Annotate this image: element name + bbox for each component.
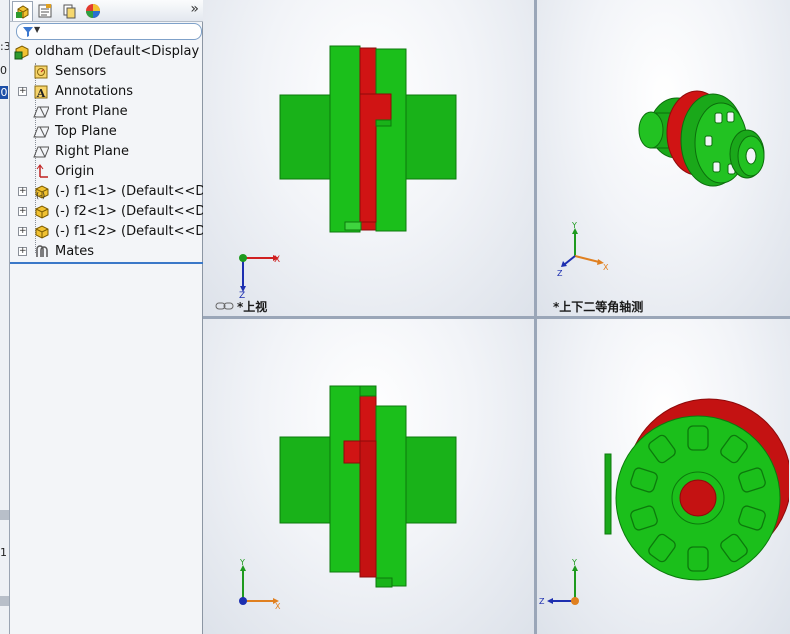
tree-item-part-f1-2[interactable]: + (-) f1<2> (Default<<Default>_Display S… <box>10 222 203 242</box>
svg-text:(-): (-) <box>36 191 45 200</box>
axis-x-label: X <box>603 263 609 272</box>
feature-tree: oldham (Default<Display State-1>) Sensor… <box>10 41 203 263</box>
tree-item-front-plane[interactable]: Front Plane <box>10 102 203 122</box>
expand-toggle-icon[interactable]: + <box>18 247 27 256</box>
tree-item-label: (-) f1<1> (Default<<Default>_Display Sta… <box>55 184 203 199</box>
tree-item-annotations[interactable]: + A Annotations <box>10 82 203 102</box>
expand-panel-button[interactable]: » <box>190 1 199 17</box>
expand-toggle-icon[interactable]: + <box>18 207 27 216</box>
tree-item-label: Right Plane <box>55 144 130 159</box>
feature-tree-icon <box>15 4 28 19</box>
axis-x-label: X <box>274 255 280 265</box>
tree-item-mates[interactable]: + Mates <box>10 242 203 262</box>
edge-fragment-selected: 0 <box>0 86 8 99</box>
link-views-icon[interactable] <box>215 301 235 311</box>
left-edge-strip: :3 0 0 1 <box>0 0 10 634</box>
tree-item-label: Front Plane <box>55 104 128 119</box>
edge-fragment: 0 <box>0 64 7 77</box>
coupling-model-top-view <box>279 45 457 233</box>
part-icon: (-) <box>35 185 49 200</box>
configuration-icon <box>63 4 75 19</box>
axis-x-label: X <box>275 602 281 611</box>
viewport-front-view[interactable]: Y X <box>203 319 534 634</box>
viewport-top-view[interactable]: X Z *上视 <box>203 0 534 316</box>
tree-item-part-f2-1[interactable]: + (-) f2<1> (Default<<Default>_Display S… <box>10 202 203 222</box>
edge-fragment: :3 <box>0 40 10 53</box>
axis-z-label: Z <box>557 269 563 278</box>
view-orientation-triad: Y X Z <box>557 222 609 278</box>
tree-item-label: Mates <box>55 244 95 259</box>
axis-y-label: Y <box>571 222 577 230</box>
view-orientation-triad: Y X <box>239 559 281 611</box>
tree-rollback-bar[interactable] <box>10 262 203 264</box>
display-manager-tab[interactable] <box>82 1 103 21</box>
tree-item-label: Top Plane <box>55 124 117 139</box>
sensors-icon <box>34 65 48 79</box>
manager-tab-bar: » <box>10 0 203 22</box>
tree-item-label: Sensors <box>55 64 107 79</box>
axis-y-label: Y <box>571 559 577 567</box>
viewport-label: *上视 <box>237 300 268 314</box>
coupling-model-front-view <box>279 385 457 588</box>
viewport-dimetric-view[interactable]: Y X Z *上下二等角轴测 <box>537 0 790 316</box>
feature-manager-panel: » ▼ oldham (Default<Display State-1>) Se… <box>10 0 203 634</box>
tree-item-label: (-) f2<1> (Default<<Default>_Display Sta… <box>55 204 203 219</box>
assembly-icon <box>14 45 29 60</box>
mates-icon <box>36 245 48 257</box>
tree-item-right-plane[interactable]: Right Plane <box>10 142 203 162</box>
tree-item-origin[interactable]: Origin <box>10 162 203 182</box>
origin-icon <box>36 164 48 178</box>
viewport-right-view[interactable]: Y Z <box>537 319 790 634</box>
view-orientation-triad: X Z <box>239 254 280 300</box>
axis-z-label: Z <box>539 597 545 606</box>
viewport-label: *上下二等角轴测 <box>553 300 644 314</box>
expand-toggle-icon[interactable]: + <box>18 87 27 96</box>
property-manager-tab[interactable] <box>34 1 55 21</box>
property-manager-icon <box>38 4 51 18</box>
edge-band <box>0 510 9 520</box>
axis-y-label: Y <box>239 559 245 567</box>
coupling-model-dimetric-view <box>638 90 765 187</box>
tree-item-label: oldham (Default<Display State-1>) <box>35 44 203 59</box>
annotations-icon: A <box>34 85 48 100</box>
plane-icon <box>33 106 49 118</box>
expand-toggle-icon[interactable]: + <box>18 187 27 196</box>
display-manager-icon <box>85 4 100 18</box>
tree-item-label: Annotations <box>55 84 134 99</box>
tree-item-label: (-) f1<2> (Default<<Default>_Display Sta… <box>55 224 203 239</box>
coupling-model-right-view <box>604 398 789 581</box>
tree-item-part-f1-1[interactable]: + (-) (-) f1<1> (Default<<Default>_Displ… <box>10 182 203 202</box>
tree-item-assembly[interactable]: oldham (Default<Display State-1>) <box>10 42 203 62</box>
edge-band <box>0 596 9 606</box>
feature-filter-input[interactable]: ▼ <box>16 23 202 40</box>
tree-item-label: Origin <box>55 164 95 179</box>
edge-fragment: 1 <box>0 546 7 559</box>
tree-item-sensors[interactable]: Sensors <box>10 62 203 82</box>
configuration-manager-tab[interactable] <box>58 1 79 21</box>
plane-icon <box>33 146 49 158</box>
part-icon <box>35 225 49 239</box>
feature-manager-tab[interactable] <box>12 1 33 21</box>
plane-icon <box>33 126 49 138</box>
filter-dropdown-icon[interactable]: ▼ <box>34 25 40 34</box>
svg-text:A: A <box>36 87 46 100</box>
part-icon <box>35 205 49 219</box>
tree-item-top-plane[interactable]: Top Plane <box>10 122 203 142</box>
expand-toggle-icon[interactable]: + <box>18 227 27 236</box>
view-orientation-triad: Y Z <box>539 559 579 606</box>
